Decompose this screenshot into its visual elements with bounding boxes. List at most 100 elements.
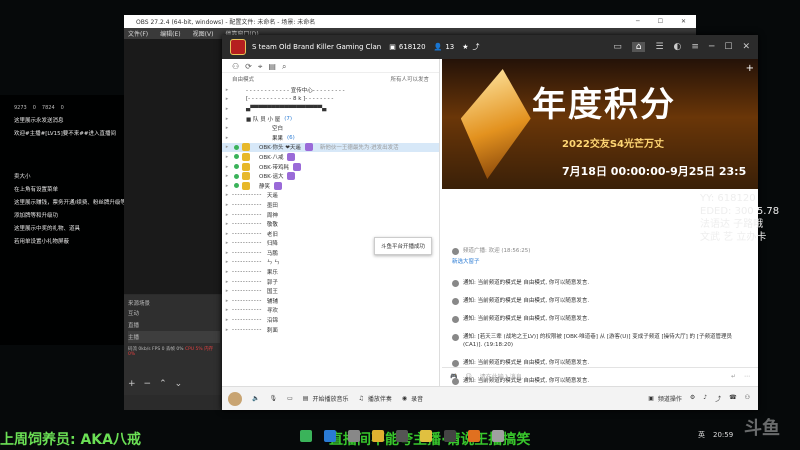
menu-icon[interactable]: ≡ bbox=[691, 42, 699, 52]
tree-expand-icon[interactable]: ▸ bbox=[222, 298, 232, 304]
channel-tree-row[interactable]: ▸ - - - - - - - - - - - 天遥 bbox=[222, 191, 439, 201]
channel-tree-row[interactable]: ▸ 静笑 bbox=[222, 181, 439, 191]
up-icon[interactable]: ⌃ bbox=[159, 379, 167, 389]
taskbar-app-icon[interactable] bbox=[396, 430, 408, 442]
camera-icon[interactable]: ▭ bbox=[287, 395, 293, 402]
taskbar-app-icon[interactable] bbox=[468, 430, 480, 442]
down-icon[interactable]: ⌄ bbox=[175, 379, 183, 389]
menu-edit[interactable]: 编辑(E) bbox=[160, 29, 180, 38]
channel-tree-row[interactable]: ▸ OBK·谣大 bbox=[222, 171, 439, 181]
obs-taskbar-icon[interactable] bbox=[444, 430, 456, 442]
mode-select[interactable]: 自由模式 bbox=[232, 75, 254, 83]
game-pad-icon[interactable]: 🎮 bbox=[450, 373, 457, 380]
channel-tree-row[interactable]: ▸ [- - - - - - - - - - - - 8 k ]- - - - -… bbox=[222, 95, 439, 105]
channel-tree-row[interactable]: ▸ ■ 队 员 小 屋 (7) bbox=[222, 114, 439, 124]
maximize-icon[interactable]: ☐ bbox=[724, 42, 732, 52]
accompany-button[interactable]: ♫ 播放伴奏 bbox=[358, 394, 391, 403]
taskbar-app-icon[interactable] bbox=[324, 430, 336, 442]
settings-icon[interactable]: ⚙ bbox=[690, 394, 695, 403]
remove-icon[interactable]: − bbox=[144, 379, 152, 389]
channel-tree-row[interactable]: ▸ - - - - - - - - - - - 寻欢 bbox=[222, 306, 439, 316]
menu-file[interactable]: 文件(F) bbox=[128, 29, 148, 38]
tree-expand-icon[interactable]: ▸ bbox=[222, 87, 232, 93]
tree-expand-icon[interactable]: ▸ bbox=[222, 183, 232, 189]
tree-expand-icon[interactable]: ▸ bbox=[222, 154, 232, 160]
more-icon[interactable]: ⋯ bbox=[744, 373, 750, 380]
tree-expand-icon[interactable]: ▸ bbox=[222, 144, 232, 150]
channel-tree-row[interactable]: ▸ - - - - - - - - - - - 辅辅 bbox=[222, 296, 439, 306]
taskbar-app-icon[interactable] bbox=[300, 430, 312, 442]
tree-expand-icon[interactable]: ▸ bbox=[222, 192, 232, 198]
share-icon[interactable]: ⤴ bbox=[715, 394, 721, 403]
channel-tree-row[interactable]: ▸ OBK·带鸡耗 bbox=[222, 162, 439, 172]
minimize-icon[interactable]: ─ bbox=[636, 18, 640, 25]
channel-tree-row[interactable]: ▸ 果果 (6) bbox=[222, 133, 439, 143]
share-icon[interactable]: ⤴ bbox=[473, 42, 480, 52]
channel-tree-row[interactable]: ▸ ▄▀▀▀▀▀▀▀▀▀▀▀▀▀▀▀▀▀▄ bbox=[222, 104, 439, 114]
channel-tree-row[interactable]: ▸ - - - - - - - - - - - ㄣ ㄣ bbox=[222, 258, 439, 268]
speaker-icon[interactable]: 🔈 bbox=[252, 395, 259, 402]
tree-expand-icon[interactable]: ▸ bbox=[222, 96, 232, 102]
obs-preview[interactable] bbox=[124, 39, 224, 294]
send-icon[interactable]: ↵ bbox=[731, 373, 736, 380]
channel-tree-row[interactable]: ▸ OBK·八戒 bbox=[222, 152, 439, 162]
channel-tree-row[interactable]: ▸ - - - - - - - - - - - 果乐 bbox=[222, 267, 439, 277]
clock[interactable]: 20:59 bbox=[713, 431, 733, 439]
close-icon[interactable]: ✕ bbox=[681, 18, 686, 25]
chrome-icon[interactable] bbox=[372, 430, 384, 442]
phone-icon[interactable]: ☎ bbox=[729, 394, 736, 403]
tree-expand-icon[interactable]: ▸ bbox=[222, 327, 232, 333]
tree-expand-icon[interactable]: ▸ bbox=[222, 173, 232, 179]
channel-tree-row[interactable]: ▸ - - - - - - - - - - - 敬敬 bbox=[222, 219, 439, 229]
close-icon[interactable]: ✕ bbox=[742, 42, 750, 52]
menu-view[interactable]: 视图(V) bbox=[193, 29, 214, 38]
tree-expand-icon[interactable]: ▸ bbox=[222, 279, 232, 285]
tree-expand-icon[interactable]: ▸ bbox=[222, 125, 232, 131]
channel-tree-row[interactable]: ▸ - - - - - - - - - - - - 宣传中心- - - - - -… bbox=[222, 85, 439, 95]
tree-expand-icon[interactable]: ▸ bbox=[222, 212, 232, 218]
search-icon[interactable]: ⌕ bbox=[282, 62, 286, 71]
channel-tree-row[interactable]: ▸ - - - - - - - - - - - 墨田 bbox=[222, 200, 439, 210]
channel-tree-row[interactable]: ▸ - - - - - - - - - - - 沿锦 bbox=[222, 315, 439, 325]
taskbar-app-icon[interactable] bbox=[420, 430, 432, 442]
refresh-icon[interactable]: ⟳ bbox=[245, 62, 252, 71]
star-icon[interactable]: ★ bbox=[462, 43, 468, 51]
emoji-icon[interactable]: ☺ bbox=[465, 373, 471, 380]
mic-icon[interactable]: 🎙 bbox=[269, 395, 277, 402]
people-icon[interactable]: ⚇ bbox=[745, 394, 750, 403]
game-icon[interactable]: ◐ bbox=[674, 42, 682, 52]
tree-expand-icon[interactable]: ▸ bbox=[222, 269, 232, 275]
scene-item[interactable]: 互动 bbox=[128, 307, 220, 319]
tree-expand-icon[interactable]: ▸ bbox=[222, 116, 232, 122]
channel-tree-row[interactable]: ▸ - - - - - - - - - - - 国王 bbox=[222, 286, 439, 296]
tree-expand-icon[interactable]: ▸ bbox=[222, 288, 232, 294]
channel-tree-row[interactable]: ▸ - - - - - - - - - - - 周神 bbox=[222, 210, 439, 220]
banner-plus[interactable]: + bbox=[746, 63, 754, 74]
bell-icon[interactable]: ♪ bbox=[703, 394, 707, 403]
channel-ops-button[interactable]: ▣ 频道操作 bbox=[648, 394, 682, 403]
list-icon[interactable]: ☰ bbox=[655, 42, 663, 52]
tree-expand-icon[interactable]: ▸ bbox=[222, 259, 232, 265]
tree-expand-icon[interactable]: ▸ bbox=[222, 231, 232, 237]
scene-item[interactable]: 直播 bbox=[128, 319, 220, 331]
taskbar-app-icon[interactable] bbox=[492, 430, 504, 442]
board-icon[interactable]: ▤ bbox=[268, 62, 276, 71]
music-button[interactable]: ▤ 开始播放音乐 bbox=[303, 394, 349, 403]
maximize-icon[interactable]: ☐ bbox=[658, 18, 663, 25]
add-icon[interactable]: + bbox=[128, 379, 136, 389]
record-button[interactable]: ◉ 录音 bbox=[402, 394, 423, 403]
channel-tree-row[interactable]: ▸ - - - - - - - - - - - 刺面 bbox=[222, 325, 439, 335]
tree-expand-icon[interactable]: ▸ bbox=[222, 106, 232, 112]
tree-expand-icon[interactable]: ▸ bbox=[222, 164, 232, 170]
tree-expand-icon[interactable]: ▸ bbox=[222, 307, 232, 313]
home-icon[interactable]: ⌂ bbox=[631, 42, 646, 52]
ime-indicator[interactable]: 英 bbox=[698, 430, 705, 440]
tree-expand-icon[interactable]: ▸ bbox=[222, 317, 232, 323]
tree-expand-icon[interactable]: ▸ bbox=[222, 221, 232, 227]
tree-expand-icon[interactable]: ▸ bbox=[222, 135, 232, 141]
event-banner[interactable]: 年度积分 2022交友S4光芒万丈 7月18日 00:00:00-9月25日 2… bbox=[442, 59, 758, 189]
avatar[interactable] bbox=[228, 391, 242, 406]
channel-tree-row[interactable]: ▸ 空白 bbox=[222, 123, 439, 133]
location-icon[interactable]: ⌖ bbox=[258, 62, 263, 71]
channel-tree-row[interactable]: ▸ - - - - - - - - - - - 郭子 bbox=[222, 277, 439, 287]
